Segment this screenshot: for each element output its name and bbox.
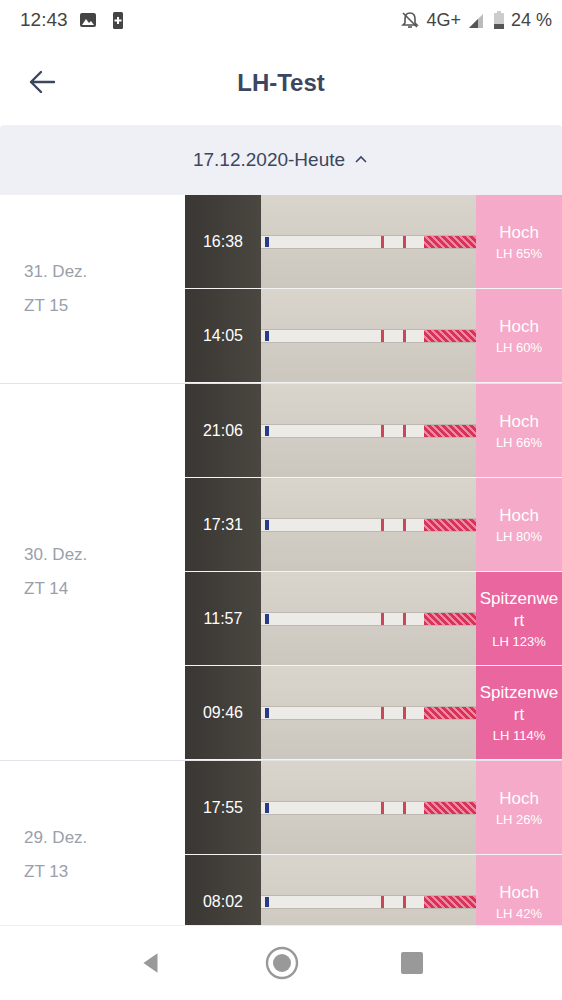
back-arrow-icon	[26, 66, 58, 98]
test-row[interactable]: 14:05 Hoch LH 60%	[185, 289, 562, 383]
strip-photo	[261, 384, 476, 477]
day-label: 31. Dez. ZT 15	[0, 195, 185, 383]
day-date: 31. Dez.	[24, 262, 185, 282]
nav-home-icon[interactable]	[264, 945, 300, 981]
cycle-day: ZT 13	[24, 862, 185, 882]
day-label: 30. Dez. ZT 14	[0, 384, 185, 760]
test-time: 09:46	[185, 666, 261, 759]
day-group: 30. Dez. ZT 14 21:06 Hoch LH 66%17:31 Ho…	[0, 384, 562, 761]
screen: 12:43 4G+ 24 % LH-Test 17.12.2020-Heute …	[0, 0, 562, 1000]
strip-photo	[261, 666, 476, 759]
test-time: 16:38	[185, 195, 261, 288]
day-date: 30. Dez.	[24, 545, 185, 565]
test-list: 31. Dez. ZT 15 16:38 Hoch LH 65%14:05 Ho…	[0, 195, 562, 925]
test-result: Hoch LH 66%	[476, 384, 562, 477]
test-time: 17:55	[185, 761, 261, 854]
battery-icon	[493, 10, 505, 30]
nav-back-icon[interactable]	[138, 950, 164, 976]
back-button[interactable]	[26, 66, 58, 101]
test-result: Hoch LH 80%	[476, 478, 562, 571]
test-row[interactable]: 16:38 Hoch LH 65%	[185, 195, 562, 289]
app-header: LH-Test	[0, 40, 562, 125]
date-range-toggle[interactable]: 17.12.2020-Heute	[0, 125, 562, 195]
test-time: 11:57	[185, 572, 261, 665]
status-bar: 12:43 4G+ 24 %	[0, 0, 562, 40]
test-result: Hoch LH 42%	[476, 855, 562, 925]
test-row[interactable]: 11:57 Spitzenwert LH 123%	[185, 572, 562, 666]
date-range-label: 17.12.2020-Heute	[193, 149, 345, 171]
test-row[interactable]: 21:06 Hoch LH 66%	[185, 384, 562, 478]
chevron-icon	[353, 152, 369, 168]
test-row[interactable]: 08:02 Hoch LH 42%	[185, 855, 562, 925]
page-title: LH-Test	[237, 69, 325, 97]
day-label: 29. Dez. ZT 13	[0, 761, 185, 925]
signal-icon	[467, 10, 487, 30]
nav-recents-icon[interactable]	[400, 951, 424, 975]
strip-photo	[261, 572, 476, 665]
test-result: Hoch LH 60%	[476, 289, 562, 382]
strip-photo	[261, 761, 476, 854]
strip-photo	[261, 855, 476, 925]
test-row[interactable]: 17:31 Hoch LH 80%	[185, 478, 562, 572]
test-result: Spitzenwert LH 114%	[476, 666, 562, 759]
test-time: 14:05	[185, 289, 261, 382]
test-result: Hoch LH 26%	[476, 761, 562, 854]
test-time: 08:02	[185, 855, 261, 925]
test-result: Hoch LH 65%	[476, 195, 562, 288]
test-row[interactable]: 09:46 Spitzenwert LH 114%	[185, 666, 562, 760]
test-time: 17:31	[185, 478, 261, 571]
mute-bell-icon	[400, 10, 420, 30]
test-time: 21:06	[185, 384, 261, 477]
image-icon	[78, 10, 98, 30]
battery-level: 24 %	[511, 10, 552, 31]
day-date: 29. Dez.	[24, 828, 185, 848]
cycle-day: ZT 15	[24, 296, 185, 316]
strip-photo	[261, 478, 476, 571]
cycle-day: ZT 14	[24, 579, 185, 599]
day-group: 31. Dez. ZT 15 16:38 Hoch LH 65%14:05 Ho…	[0, 195, 562, 384]
battery-saver-icon	[108, 10, 128, 30]
test-row[interactable]: 17:55 Hoch LH 26%	[185, 761, 562, 855]
strip-photo	[261, 195, 476, 288]
status-time: 12:43	[20, 9, 68, 31]
nav-bar	[0, 925, 562, 1000]
test-result: Spitzenwert LH 123%	[476, 572, 562, 665]
day-group: 29. Dez. ZT 13 17:55 Hoch LH 26%08:02 Ho…	[0, 761, 562, 925]
network-type: 4G+	[426, 10, 461, 31]
strip-photo	[261, 289, 476, 382]
